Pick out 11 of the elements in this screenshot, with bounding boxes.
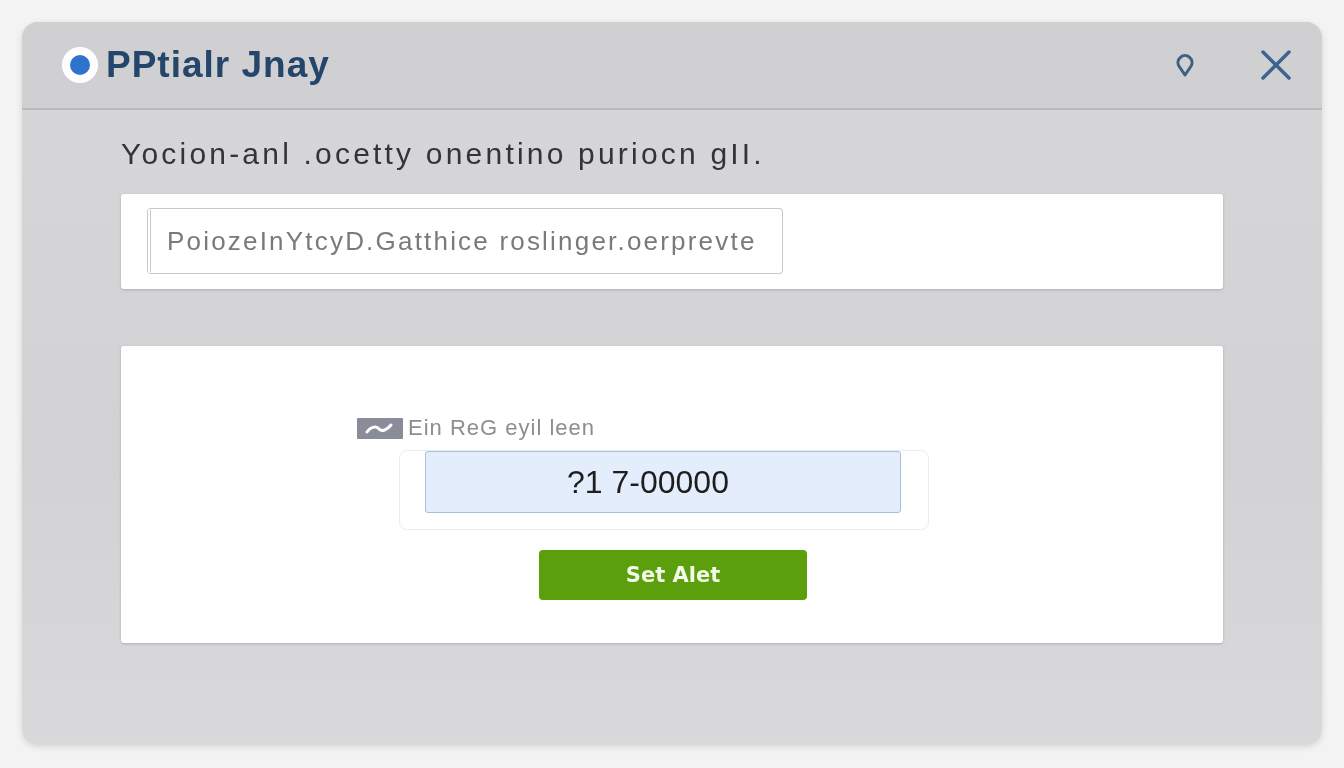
close-button[interactable]	[1260, 49, 1292, 81]
window-title: PPtialr Jnay	[106, 44, 330, 86]
close-icon	[1260, 49, 1292, 81]
value-field[interactable]: ?1 7-00000	[425, 451, 901, 513]
subtitle-text: Yocion-anl .ocetty onentino puriocn gII.	[121, 136, 765, 172]
pin-button[interactable]	[1176, 53, 1194, 77]
logo-icon	[62, 47, 98, 83]
pin-icon	[1176, 53, 1194, 77]
label-icon	[357, 417, 403, 439]
search-field[interactable]: PoiozeInYtcyD.Gatthice roslinger.oerprevte	[147, 208, 783, 274]
field-label: Ein ReG eyil leen	[408, 415, 595, 441]
